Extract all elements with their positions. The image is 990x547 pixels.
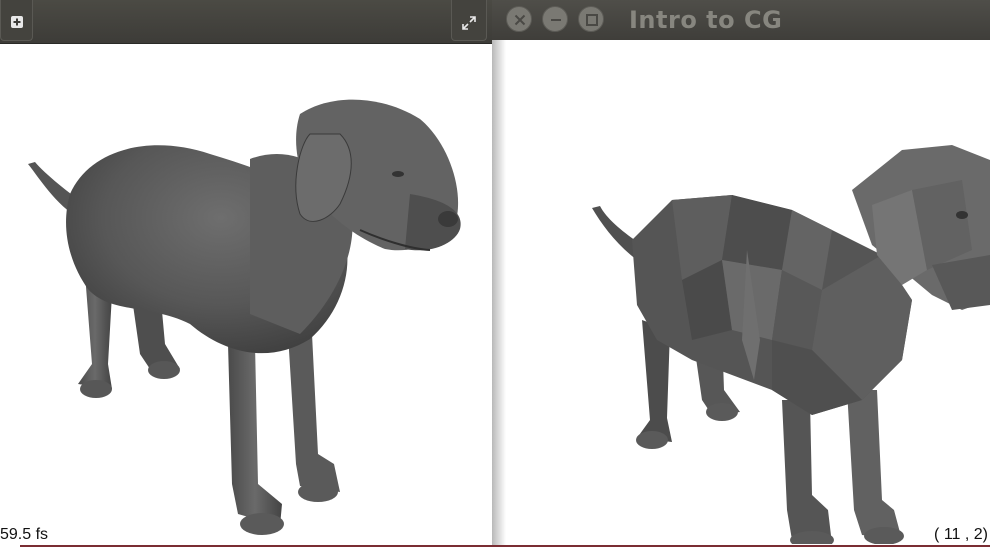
close-button[interactable]: [506, 6, 532, 32]
plus-icon: [10, 16, 23, 28]
left-viewport[interactable]: [0, 44, 492, 544]
add-button[interactable]: [0, 0, 33, 41]
left-render-window: [0, 0, 492, 547]
fps-counter: 59.5 fs: [0, 526, 49, 543]
close-icon: [514, 14, 526, 26]
left-titlebar: [0, 0, 492, 44]
window-shadow: [492, 40, 506, 547]
right-viewport[interactable]: [492, 40, 990, 547]
maximize-button[interactable]: [578, 6, 604, 32]
expand-icon: [462, 16, 476, 30]
mouse-coordinates: ( 11 , 2): [934, 526, 988, 543]
minimize-button[interactable]: [542, 6, 568, 32]
minimize-icon: [551, 19, 561, 21]
maximize-icon: [586, 14, 598, 26]
right-render-window: Intro to CG: [492, 0, 990, 547]
dog-smooth-model: [28, 99, 461, 535]
window-title: Intro to CG: [629, 6, 783, 34]
right-titlebar: Intro to CG: [492, 0, 990, 40]
expand-button[interactable]: [451, 0, 487, 41]
dog-flat-model: [592, 145, 990, 547]
